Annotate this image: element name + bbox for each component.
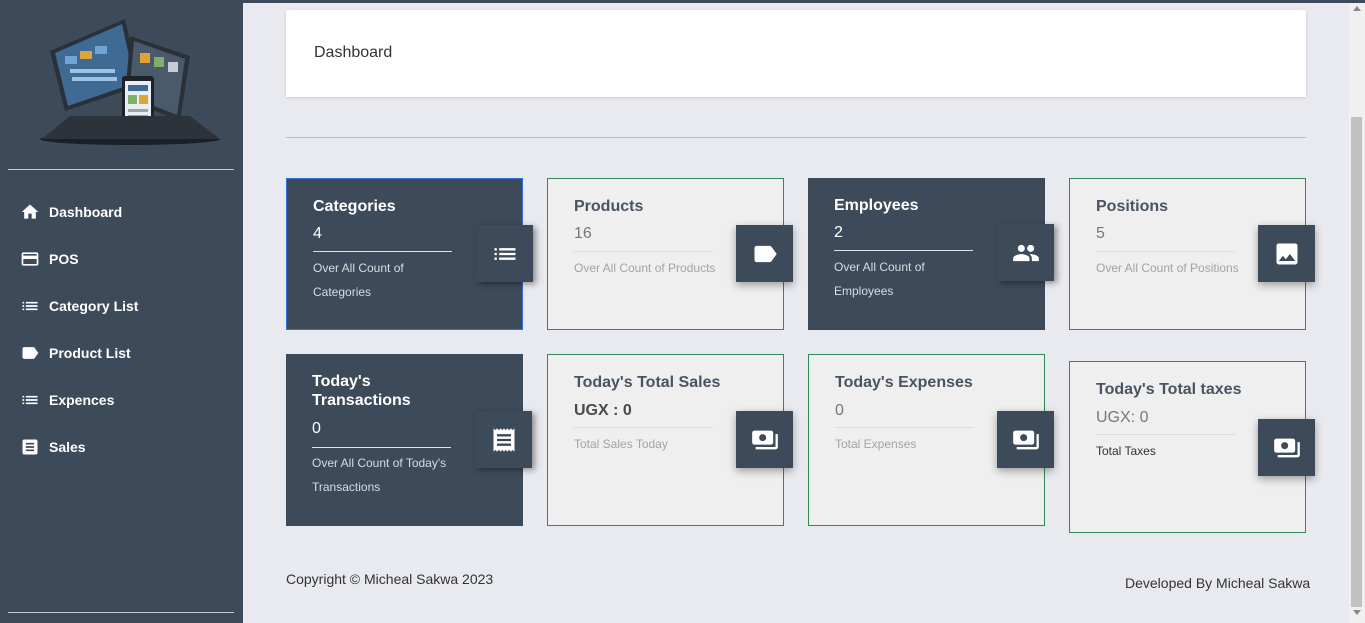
card-description: Over All Count of Categories [313,261,404,299]
list-icon [22,301,38,311]
card-description: Total Expenses [835,437,917,451]
card-value: 4 [313,225,322,242]
sidebar-item-label: Category List [49,298,139,314]
card-value: 0 [312,420,321,437]
card-title: Today's Total taxes [1096,381,1242,398]
card-todays-expenses[interactable]: Today's Expenses 0 Total Expenses [808,354,1054,526]
sidebar-item-label: POS [49,251,79,267]
card-title: Categories [313,198,396,215]
card-icon-badge [476,225,533,282]
card-positions[interactable]: Positions 5 Over All Count of Positions [1069,178,1315,330]
card-divider [313,251,452,252]
label-tag-icon [754,245,777,262]
card-icon-badge [997,411,1054,468]
label-tag-icon [22,347,39,359]
card-icon-badge [736,225,793,282]
money-icon [1012,430,1039,449]
card-value: 5 [1096,225,1105,242]
sidebar-item-product-list[interactable]: Product List [20,341,131,365]
card-todays-total-sales[interactable]: Today's Total Sales UGX : 0 Total Sales … [547,354,793,526]
card-description: Over All Count of Employees [834,260,925,298]
card-employees[interactable]: Employees 2 Over All Count of Employees [808,178,1054,330]
card-icon-badge [736,411,793,468]
credit-card-icon [21,252,39,266]
scrollbar-thumb[interactable] [1351,117,1362,607]
pos-terminal-logo [30,11,230,151]
card-title: Today's Transactions [312,373,411,409]
card-description: Total Sales Today [574,437,668,451]
card-title: Today's Expenses [835,374,973,391]
card-title: Positions [1096,198,1169,215]
sidebar-divider [8,169,234,170]
scroll-down-arrow-icon[interactable] [1353,610,1361,615]
sidebar-item-label: Dashboard [49,204,123,220]
list-icon [494,247,515,260]
card-divider [574,251,713,252]
card-divider [834,250,973,251]
card-icon-badge [1258,419,1315,476]
sidebar: Dashboard POS Category List Product List… [0,3,243,623]
card-todays-transactions[interactable]: Today's Transactions 0 Over All Count of… [286,354,532,526]
money-icon [1273,438,1300,457]
card-value: 0 [835,402,844,419]
sidebar-item-pos[interactable]: POS [20,247,79,271]
money-icon [751,430,778,449]
card-value: 2 [834,224,843,241]
card-icon-badge [475,411,532,468]
sidebar-item-label: Product List [49,345,131,361]
scroll-up-arrow-icon[interactable] [1353,6,1361,11]
card-value: UGX: 0 [1096,409,1149,426]
card-description: Total Taxes [1096,444,1156,458]
card-value: 16 [574,225,592,242]
sidebar-item-category-list[interactable]: Category List [20,294,138,318]
page-header: Dashboard [286,10,1306,97]
sidebar-item-dashboard[interactable]: Dashboard [20,200,122,224]
card-description: Over All Count of Positions [1096,261,1239,275]
card-description: Over All Count of Products [574,261,716,275]
page-title: Dashboard [314,44,393,61]
card-divider [574,427,713,428]
card-title: Products [574,198,644,215]
sidebar-item-label: Sales [49,439,86,455]
home-icon [21,204,39,219]
footer-copyright: Copyright © Micheal Sakwa 2023 [286,571,494,587]
people-icon [1012,244,1039,261]
card-value: UGX : 0 [574,402,632,419]
card-divider [1096,434,1235,435]
sidebar-item-expences[interactable]: Expences [20,388,114,412]
card-divider [312,447,451,448]
card-icon-badge [997,224,1054,281]
card-categories[interactable]: Categories 4 Over All Count of Categorie… [286,178,533,330]
receipt-icon [22,439,38,455]
card-divider [835,427,974,428]
card-products[interactable]: Products 16 Over All Count of Products [547,178,793,330]
list-icon [22,395,38,405]
card-title: Today's Total Sales [574,374,721,391]
sidebar-item-label: Expences [49,392,115,408]
sidebar-divider [8,612,234,613]
vertical-scrollbar[interactable] [1349,3,1365,623]
card-icon-badge [1258,225,1315,282]
content-divider [286,137,1306,138]
card-divider [1096,251,1235,252]
receipt-icon [493,427,514,452]
footer-developer: Developed By Micheal Sakwa [1125,575,1311,591]
image-icon [1276,243,1297,264]
card-todays-total-taxes[interactable]: Today's Total taxes UGX: 0 Total Taxes [1069,361,1315,533]
card-title: Employees [834,197,919,214]
card-description: Over All Count of Today's Transactions [312,456,447,494]
sidebar-item-sales[interactable]: Sales [20,435,86,459]
